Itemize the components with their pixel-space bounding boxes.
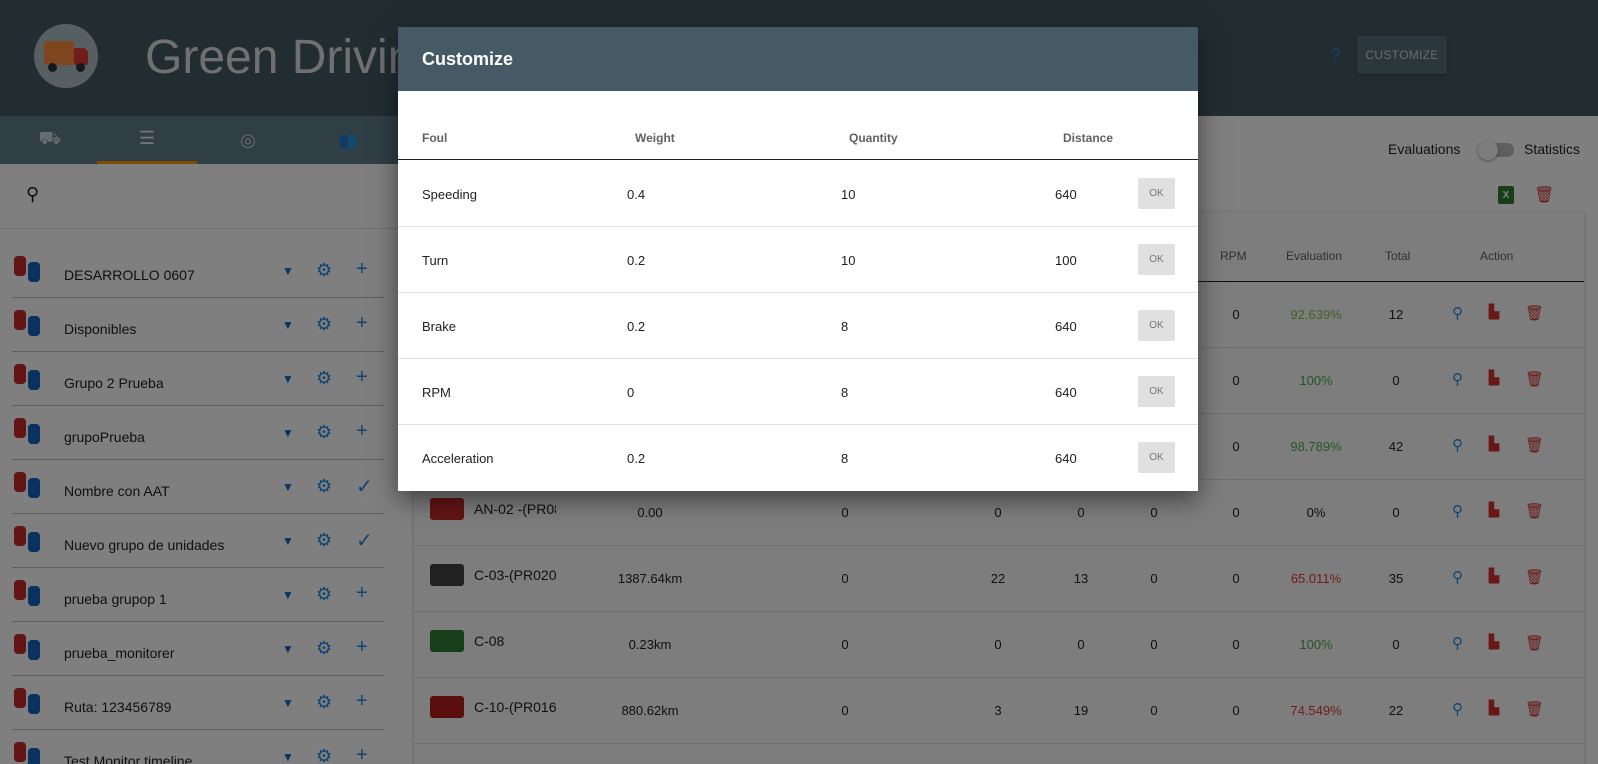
foul-row: Acceleration 0.2 8 640 OK [398, 425, 1198, 491]
quantity-value[interactable]: 8 [841, 385, 848, 400]
distance-value[interactable]: 100 [1055, 253, 1077, 268]
column-header-weight: Weight [635, 131, 675, 145]
distance-value[interactable]: 640 [1055, 385, 1077, 400]
dialog-header: Customize [398, 27, 1198, 91]
dialog-title: Customize [422, 48, 514, 69]
foul-row: Turn 0.2 10 100 OK [398, 227, 1198, 293]
ok-button[interactable]: OK [1138, 310, 1175, 341]
quantity-value[interactable]: 8 [841, 319, 848, 334]
foul-name: Acceleration [422, 451, 494, 466]
weight-value[interactable]: 0 [627, 385, 634, 400]
quantity-value[interactable]: 10 [841, 187, 855, 202]
customize-dialog: Customize Foul Weight Quantity Distance … [398, 27, 1198, 491]
distance-value[interactable]: 640 [1055, 187, 1077, 202]
dialog-table-header: Foul Weight Quantity Distance [398, 91, 1198, 160]
weight-value[interactable]: 0.2 [627, 319, 645, 334]
quantity-value[interactable]: 10 [841, 253, 855, 268]
weight-value[interactable]: 0.4 [627, 187, 645, 202]
foul-row: RPM 0 8 640 OK [398, 359, 1198, 425]
column-header-distance: Distance [1063, 131, 1114, 145]
foul-name: RPM [422, 385, 451, 400]
weight-value[interactable]: 0.2 [627, 253, 645, 268]
column-header-quantity: Quantity [849, 131, 898, 145]
column-header-foul: Foul [422, 131, 448, 145]
foul-name: Brake [422, 319, 456, 334]
ok-button[interactable]: OK [1138, 442, 1175, 473]
quantity-value[interactable]: 8 [841, 451, 848, 466]
distance-value[interactable]: 640 [1055, 319, 1077, 334]
ok-button[interactable]: OK [1138, 178, 1175, 209]
ok-button[interactable]: OK [1138, 376, 1175, 407]
foul-row: Brake 0.2 8 640 OK [398, 293, 1198, 359]
weight-value[interactable]: 0.2 [627, 451, 645, 466]
foul-name: Turn [422, 253, 449, 268]
foul-row: Speeding 0.4 10 640 OK [398, 161, 1198, 227]
distance-value[interactable]: 640 [1055, 451, 1077, 466]
ok-button[interactable]: OK [1138, 244, 1175, 275]
foul-name: Speeding [422, 187, 477, 202]
